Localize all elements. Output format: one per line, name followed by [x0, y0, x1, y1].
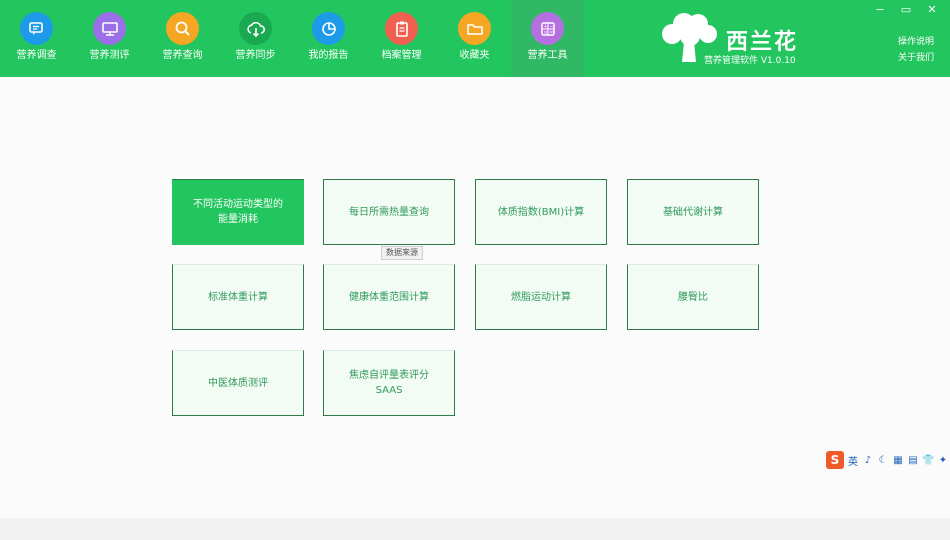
nav-item-tools[interactable]: + − × = 营养工具	[511, 0, 584, 77]
tool-card-tcm-constitution[interactable]: 中医体质测评	[172, 350, 304, 416]
nav-label: 营养同步	[235, 50, 276, 61]
nav-label: 营养查询	[162, 50, 203, 61]
ime-keyboard-icon[interactable]: ▦	[892, 455, 904, 466]
nav-label: 档案管理	[381, 50, 422, 61]
monitor-icon	[93, 12, 126, 45]
bottom-bar	[0, 518, 950, 540]
folder-icon	[458, 12, 491, 45]
maximize-button[interactable]: ▭	[900, 4, 912, 16]
tool-card-waist-hip-ratio[interactable]: 腰臀比	[627, 264, 759, 330]
svg-text:=: =	[549, 30, 553, 36]
nav-label: 收藏夹	[459, 50, 490, 61]
about-us-link[interactable]: 关于我们	[898, 50, 934, 66]
tool-card-standard-weight[interactable]: 标准体重计算	[172, 264, 304, 330]
tool-card-bmi[interactable]: 体质指数(BMI)计算	[475, 179, 607, 245]
nav-label: 营养调查	[16, 50, 57, 61]
nav-item-evaluation[interactable]: 营养测评	[73, 0, 146, 77]
ime-moon-icon[interactable]: ☾	[877, 455, 889, 466]
minimize-button[interactable]: −	[874, 4, 886, 16]
nav-label: 营养工具	[527, 50, 568, 61]
survey-icon	[20, 12, 53, 45]
tool-card-daily-calories[interactable]: 每日所需热量查询	[323, 179, 455, 245]
report-chart-icon	[312, 12, 345, 45]
nav-label: 我的报告	[308, 50, 349, 61]
tool-card-basal-metabolism[interactable]: 基础代谢计算	[627, 179, 759, 245]
tool-card-activity-energy[interactable]: 不同活动运动类型的能量消耗	[172, 179, 304, 245]
app-logo: 西兰花 营养管理软件 V1.0.10	[660, 12, 820, 68]
nav-label: 营养测评	[89, 50, 130, 61]
operation-guide-link[interactable]: 操作说明	[898, 34, 934, 50]
ime-skin-icon[interactable]: 👕	[922, 455, 934, 466]
ime-toolbar: S 英 ♪ ☾ ▦ ▤ 👕 ✦	[826, 450, 949, 470]
app-version: 营养管理软件 V1.0.10	[704, 56, 796, 66]
top-bar: 营养调查 营养测评 营养查询 营养同步 我的报告 档案管理 收藏夹 + − × …	[0, 0, 950, 77]
window-controls: − ▭ ✕	[874, 4, 938, 16]
main-nav: 营养调查 营养测评 营养查询 营养同步 我的报告 档案管理 收藏夹 + − × …	[0, 0, 584, 77]
top-links: 操作说明 关于我们	[898, 34, 934, 66]
ime-tools-icon[interactable]: ✦	[937, 455, 949, 466]
search-icon	[166, 12, 199, 45]
nav-item-survey[interactable]: 营养调查	[0, 0, 73, 77]
close-button[interactable]: ✕	[926, 4, 938, 16]
ime-language-toggle[interactable]: 英	[847, 453, 859, 468]
ime-sound-icon[interactable]: ♪	[862, 455, 874, 466]
tool-card-anxiety-scale[interactable]: 焦虑自评量表评分SAAS	[323, 350, 455, 416]
tool-card-healthy-weight-range[interactable]: 健康体重范围计算	[323, 264, 455, 330]
logo-title: 西兰花	[726, 30, 799, 55]
svg-text:×: ×	[543, 30, 547, 36]
nav-item-query[interactable]: 营养查询	[146, 0, 219, 77]
calculator-icon: + − × =	[531, 12, 564, 45]
sogou-logo-icon[interactable]: S	[826, 451, 844, 469]
tool-card-fat-burning[interactable]: 燃脂运动计算	[475, 264, 607, 330]
nav-item-report[interactable]: 我的报告	[292, 0, 365, 77]
ime-menu-icon[interactable]: ▤	[907, 455, 919, 466]
nav-item-favorites[interactable]: 收藏夹	[438, 0, 511, 77]
cloud-sync-icon	[239, 12, 272, 45]
tooltip: 数据来源	[381, 246, 423, 260]
nav-item-archive[interactable]: 档案管理	[365, 0, 438, 77]
nav-item-sync[interactable]: 营养同步	[219, 0, 292, 77]
clipboard-icon	[385, 12, 418, 45]
